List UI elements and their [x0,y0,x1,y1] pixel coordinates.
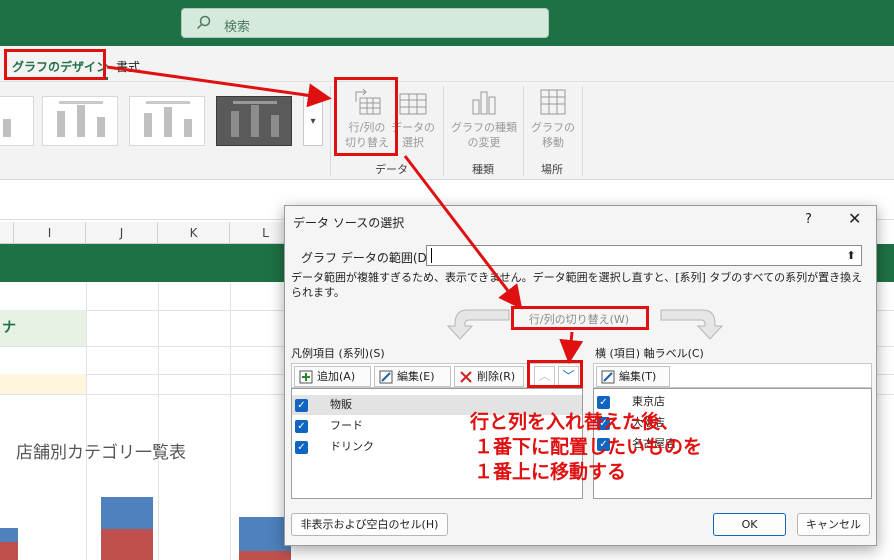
range-message: データ範囲が複雑すぎるため、表示できません。データ範囲を選択し直すと、[系列] … [291,271,863,299]
add-icon [299,370,313,384]
checkbox-checked-icon[interactable]: ✓ [295,399,308,412]
chart-style-thumb[interactable] [42,96,118,146]
curved-arrow-right-icon [660,309,724,340]
remove-series-label: 削除(R) [477,370,516,383]
highlight-switch-row-column-dialog [511,306,649,330]
change-chart-type-button[interactable]: グラフの種類 の変更 [448,86,520,150]
checkbox-checked-icon[interactable]: ✓ [295,441,308,454]
group-label-type: 種類 [472,163,494,176]
chart-bar-blue [101,497,153,529]
grid-line [86,282,87,560]
chart-style-thumb[interactable] [0,96,34,146]
add-series-label: 追加(A) [317,370,356,383]
data-range-input[interactable]: ⬆ [426,245,862,266]
remove-series-button[interactable]: 削除(R) [454,366,524,387]
chart-title: 店舗別カテゴリ一覧表 [16,443,186,463]
cancel-button[interactable]: キャンセル [797,513,870,536]
move-chart-icon [538,88,568,116]
chart-bar-red [239,551,291,560]
add-series-button[interactable]: 追加(A) [294,366,371,387]
checkbox-checked-icon[interactable]: ✓ [597,396,610,409]
hidden-empty-cells-button[interactable]: 非表示および空白のセル(H) [291,513,448,536]
text-caret [431,248,432,263]
separator [443,86,444,176]
chart-style-thumb[interactable] [216,96,292,146]
ok-button[interactable]: OK [713,513,786,536]
title-bar: 検索 [0,0,894,46]
grid-line [158,282,159,560]
range-label: グラフ データの範囲(D): [301,251,436,265]
gallery-more-button[interactable]: ▾ [303,96,323,146]
axis-toolbar: 編集(T) [593,363,872,388]
change-chart-type-icon [469,88,499,116]
edit-icon [601,370,615,384]
series-name: フード [330,419,363,432]
axis-label-name: 東京店 [632,395,665,408]
annotation-line-3: １番上に移動する [474,461,627,483]
checkbox-checked-icon[interactable]: ✓ [295,420,308,433]
select-data-icon [398,88,428,116]
search-box[interactable]: 検索 [181,8,549,38]
curved-arrow-left-icon [446,309,510,340]
chart-bar-red [101,529,153,560]
chart-style-thumb[interactable] [129,96,205,146]
highlight-move-buttons [527,360,583,388]
move-chart-label-2: 移動 [542,136,564,149]
change-chart-type-label-2: の変更 [467,136,501,149]
ribbon-tabs: グラフのデザイン 書式 [0,46,894,82]
column-header-spacer [0,222,14,244]
series-name: ドリンク [330,440,374,453]
chart-bar-blue [0,528,18,542]
tab-format[interactable]: 書式 [116,58,140,75]
highlighted-cell[interactable] [0,374,86,394]
edit-series-button[interactable]: 編集(E) [374,366,451,387]
help-button[interactable]: ? [805,212,812,227]
group-label-data: データ [375,163,408,176]
legend-entries-header: 凡例項目 (系列)(S) [291,347,385,360]
edit-icon [379,370,393,384]
cell-text[interactable]: ナ [0,310,86,346]
axis-label-item[interactable]: ✓ 東京店 [594,392,871,412]
annotation-line-2: １番下に配置したいものを [474,436,703,458]
highlight-switch-row-column [334,77,398,156]
remove-icon [460,371,472,383]
move-chart-label-1: グラフの [531,121,575,134]
ribbon: ▾ 行/列の 切り替え データの 選択 グラフの種類 の変更 グラフの 移動 デ… [0,82,894,180]
column-header-j[interactable]: J [86,222,158,244]
annotation-text: 行と列を入れ替えた後、 １番下に配置したいものを １番上に移動する [470,410,702,485]
group-label-location: 場所 [541,163,563,176]
column-header-k[interactable]: K [158,222,230,244]
series-name: 物販 [330,398,352,411]
dialog-title: データ ソースの選択 [293,216,405,230]
separator [330,86,331,176]
search-placeholder: 検索 [224,20,251,35]
search-icon [196,15,211,30]
chart-bar-red [0,542,18,560]
highlight-chart-design-tab [4,49,106,80]
edit-axis-button[interactable]: 編集(T) [596,366,670,387]
column-header-i[interactable]: I [14,222,86,244]
move-chart-button[interactable]: グラフの 移動 [524,86,582,150]
edit-axis-label: 編集(T) [619,370,657,383]
change-chart-type-label-1: グラフの種類 [451,121,517,134]
grid-line [230,282,231,560]
collapse-dialog-icon[interactable]: ⬆ [843,247,859,264]
axis-labels-header: 横 (項目) 軸ラベル(C) [595,347,704,360]
edit-series-label: 編集(E) [397,370,435,383]
close-button[interactable]: ✕ [848,209,861,228]
separator [582,86,583,176]
annotation-line-1: 行と列を入れ替えた後、 [470,411,680,433]
